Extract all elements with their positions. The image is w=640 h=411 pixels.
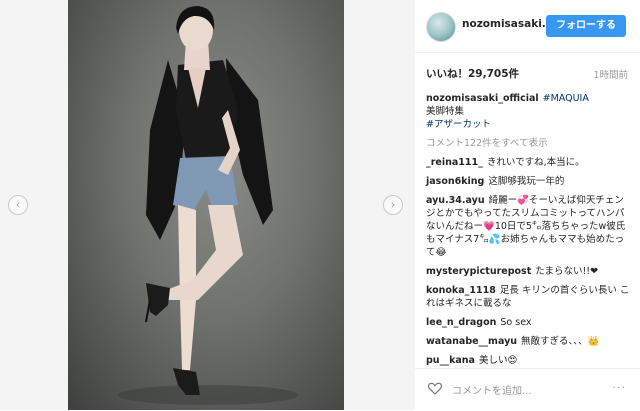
comment-username[interactable]: mysterypicturepost (426, 266, 531, 277)
comment-item: jason6king 这脚够我玩一年的 (426, 175, 630, 188)
comment-item: konoka_1118 足長 キリンの首ぐらい長い これはギネスに載るな (426, 284, 630, 310)
comment-username[interactable]: _reina111_ (426, 157, 483, 168)
post-header: nozomisasaki... フォローする (415, 0, 640, 53)
model-illustration (118, 6, 298, 405)
caption-hashtag-2[interactable]: #アザーカット (426, 119, 491, 130)
heart-icon[interactable] (427, 380, 443, 396)
comment-username[interactable]: pu__kana (426, 355, 475, 366)
chevron-right-icon[interactable]: › (383, 195, 403, 215)
add-comment-bar: コメントを追加... ··· (415, 368, 640, 411)
comment-username[interactable]: jason6king (426, 176, 484, 187)
caption-hashtag[interactable]: #MAQUIA (543, 93, 589, 104)
comment-item: pu__kana 美しい😍 (426, 354, 630, 367)
comment-text: So sex (500, 317, 532, 328)
post-username[interactable]: nozomisasaki... (462, 18, 554, 30)
comment-item: ayu.34.ayu 綺麗ー💞そーいえば仰天チェンジとかでもやってたスリムコミット… (426, 194, 630, 259)
caption-username[interactable]: nozomisasaki_official (426, 93, 539, 104)
comments-list: nozomisasaki_official #MAQUIA 美脚特集 #アザーカッ… (426, 92, 630, 373)
post-photo (68, 0, 344, 410)
comment-username[interactable]: konoka_1118 (426, 285, 496, 296)
comment-input[interactable]: コメントを追加... (452, 382, 532, 397)
more-options-icon[interactable]: ··· (613, 381, 627, 394)
caption-text: 美脚特集 (426, 106, 465, 117)
comment-text: きれいですね,本当に。 (486, 157, 585, 168)
avatar[interactable] (426, 12, 456, 42)
comment-username[interactable]: watanabe__mayu (426, 336, 517, 347)
view-all-comments[interactable]: コメント122件をすべて表示 (426, 137, 630, 150)
view-all-comments-label[interactable]: コメント122件をすべて表示 (426, 138, 548, 149)
comment-text: 这脚够我玩一年的 (488, 176, 565, 187)
comment-item: lee_n_dragon So sex (426, 316, 630, 329)
likes-count[interactable]: いいね！29,705件 (426, 66, 519, 81)
comment-username[interactable]: lee_n_dragon (426, 317, 496, 328)
chevron-left-icon[interactable]: ‹ (8, 195, 28, 215)
comment-item: watanabe__mayu 無敵すぎる、、、👑 (426, 335, 630, 348)
comment-text: 無敵すぎる、、、👑 (521, 336, 600, 347)
comment-item: _reina111_ きれいですね,本当に。 (426, 156, 630, 169)
comment-text: 美しい😍 (478, 355, 518, 366)
comment-username[interactable]: ayu.34.ayu (426, 195, 485, 206)
post-time[interactable]: 1時間前 (593, 67, 628, 81)
comment-item: mysterypicturepost たまらない!!❤ (426, 265, 630, 278)
comment-text: たまらない!!❤ (535, 266, 599, 277)
post-details-panel: nozomisasaki... フォローする いいね！29,705件 1時間前 … (415, 0, 640, 410)
caption: nozomisasaki_official #MAQUIA 美脚特集 #アザーカッ… (426, 92, 630, 131)
follow-button[interactable]: フォローする (546, 15, 626, 37)
